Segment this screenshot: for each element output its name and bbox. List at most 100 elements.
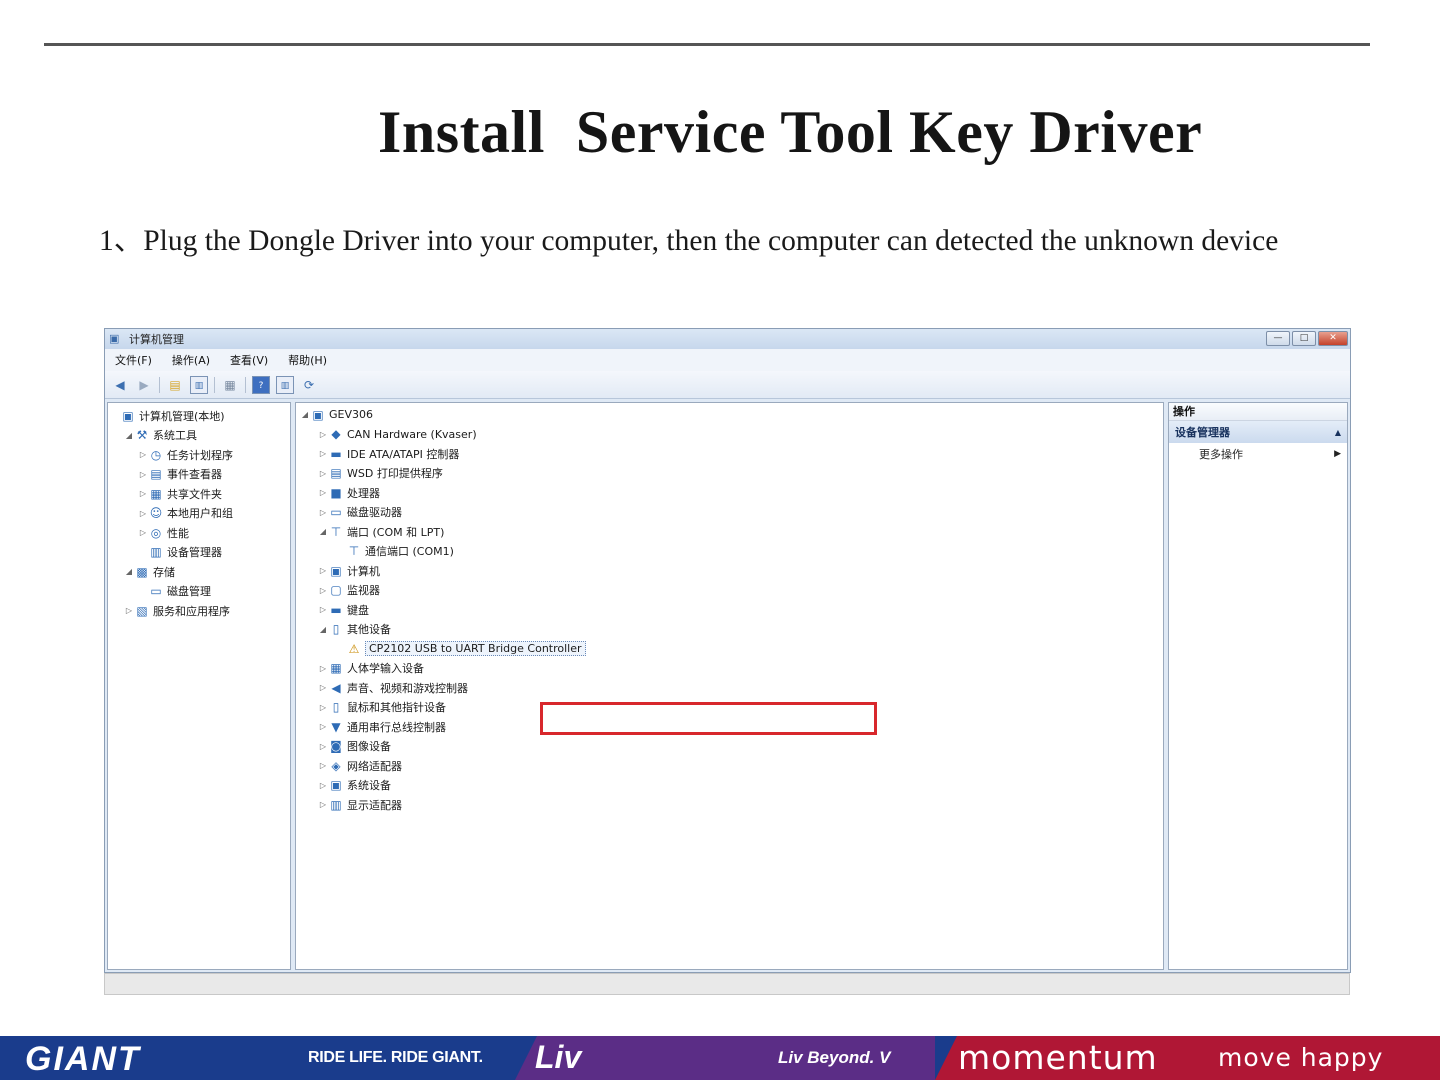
console-tree-item-row[interactable]: ▷ ☺ 本地用户和组 [108, 504, 290, 524]
device-tree-item-row[interactable]: ▷ ▥ 显示适配器 [296, 795, 1163, 815]
expand-toggle-icon[interactable]: ▷ [318, 469, 328, 478]
device-tree-item-label: 网络适配器 [347, 759, 402, 773]
device-tree-item-row[interactable]: ▷ ▣ 计算机 [296, 561, 1163, 581]
expand-toggle-icon[interactable]: ▷ [318, 722, 328, 731]
maximize-button[interactable]: □ [1292, 331, 1316, 346]
mouse-icon: ▯ [332, 700, 340, 715]
expand-toggle-icon[interactable]: ▷ [318, 761, 328, 770]
expand-toggle-icon[interactable]: ▷ [318, 488, 328, 497]
expand-toggle-icon[interactable]: ▷ [318, 605, 328, 614]
device-tree-item-row[interactable]: ◢ ▣ GEV306 [296, 405, 1163, 425]
device-tree-item-row[interactable]: ▷ ◀ 声音、视频和游戏控制器 [296, 678, 1163, 698]
expand-toggle-icon[interactable]: ▷ [318, 664, 328, 673]
menu-help[interactable]: 帮助(H) [288, 352, 327, 368]
device-tree-item-row[interactable]: ▷ ▦ 人体学输入设备 [296, 659, 1163, 679]
actions-group-device-manager[interactable]: 设备管理器 ▲ [1169, 421, 1347, 443]
camera-icon: ◙ [330, 739, 342, 754]
console-tree-item-row[interactable]: ▷ ◎ 性能 [108, 523, 290, 543]
expand-toggle-icon[interactable]: ▷ [318, 586, 328, 595]
console-tree-icon[interactable]: ▥ [190, 375, 208, 394]
device-tree-item-row[interactable]: ▷ ◈ 网络适配器 [296, 756, 1163, 776]
computer-management-window: ▣ 计算机管理 — □ ✕ 文件(F) 操作(A) 查看(V) 帮助(H) ◀ … [104, 328, 1351, 973]
liv-logo: Liv [535, 1039, 582, 1075]
console-tree-item-row[interactable]: ◢ ▩ 存储 [108, 562, 290, 582]
collapse-toggle-icon[interactable]: ◢ [318, 625, 328, 634]
device-manager-icon: ▥ [150, 545, 162, 560]
expand-toggle-icon[interactable]: ▷ [318, 566, 328, 575]
console-tree-item-label: 事件查看器 [167, 468, 222, 482]
collapse-toggle-icon[interactable]: ◢ [318, 527, 328, 536]
expand-toggle-icon[interactable]: ▷ [124, 606, 134, 615]
giant-logo: GIANT [25, 1040, 141, 1078]
menu-bar: 文件(F) 操作(A) 查看(V) 帮助(H) [105, 349, 1350, 371]
device-tree-item-row[interactable]: ▷ ▬ 键盘 [296, 600, 1163, 620]
more-actions-item[interactable]: 更多操作 ▶ [1169, 443, 1347, 465]
device-tree-item-row[interactable]: ▷ ▭ 磁盘驱动器 [296, 503, 1163, 523]
collapse-toggle-icon[interactable]: ◢ [124, 431, 134, 440]
console-tree-item-row[interactable]: ◢ ⚒ 系统工具 [108, 426, 290, 446]
device-tree-item-row[interactable]: ▷ ▤ WSD 打印提供程序 [296, 464, 1163, 484]
menu-action[interactable]: 操作(A) [172, 352, 210, 368]
collapse-toggle-icon[interactable]: ◢ [124, 567, 134, 576]
expand-toggle-icon[interactable]: ▷ [138, 509, 148, 518]
more-actions-label: 更多操作 [1199, 448, 1243, 461]
expand-toggle-icon[interactable]: ▷ [318, 449, 328, 458]
console-tree-item-row[interactable]: ▷ ▧ 服务和应用程序 [108, 601, 290, 621]
console-tree-item-label: 共享文件夹 [167, 487, 222, 501]
console-tree-item-row[interactable]: ▥ 设备管理器 [108, 543, 290, 563]
console-tree-item-row[interactable]: ▭ 磁盘管理 [108, 582, 290, 602]
expand-toggle-icon[interactable]: ▷ [138, 489, 148, 498]
console-tree-item-row[interactable]: ▷ ▦ 共享文件夹 [108, 484, 290, 504]
collapse-toggle-icon[interactable]: ◢ [300, 410, 310, 419]
device-tree-item-row[interactable]: ▷ ▣ 系统设备 [296, 776, 1163, 796]
expand-toggle-icon[interactable]: ▷ [318, 430, 328, 439]
close-button[interactable]: ✕ [1318, 331, 1348, 346]
menu-file[interactable]: 文件(F) [115, 352, 152, 368]
window-titlebar: ▣ 计算机管理 [105, 329, 1350, 349]
highlight-box [540, 702, 877, 735]
console-tree-item-row[interactable]: ▷ ◷ 任务计划程序 [108, 445, 290, 465]
device-tree-item-row[interactable]: ⚠ CP2102 USB to UART Bridge Controller [296, 639, 1163, 659]
device-tree-item-row[interactable]: ⊤ 通信端口 (COM1) [296, 542, 1163, 562]
refresh-icon[interactable]: ⟳ [300, 376, 318, 394]
help-icon[interactable]: ? [252, 375, 270, 394]
menu-view[interactable]: 查看(V) [230, 352, 268, 368]
console-tree-item-row[interactable]: ▣ 计算机管理(本地) [108, 406, 290, 426]
brand-footer: GIANT RIDE LIFE. RIDE GIANT. Liv Liv Bey… [0, 1036, 1440, 1080]
device-tree-item-row[interactable]: ▷ ▢ 监视器 [296, 581, 1163, 601]
shared-folder-icon: ▦ [150, 486, 162, 501]
device-tree-item-label: 端口 (COM 和 LPT) [347, 525, 445, 539]
expand-toggle-icon[interactable]: ▷ [318, 703, 328, 712]
expand-toggle-icon[interactable]: ▷ [318, 683, 328, 692]
device-tree-item-label: CP2102 USB to UART Bridge Controller [365, 641, 586, 657]
console-tree-item-row[interactable]: ▷ ▤ 事件查看器 [108, 465, 290, 485]
expand-toggle-icon[interactable]: ▷ [318, 742, 328, 751]
expand-toggle-icon[interactable]: ▷ [138, 528, 148, 537]
computer-management-icon: ▣ [109, 332, 120, 345]
console-tree-item-label: 本地用户和组 [167, 507, 233, 521]
expand-toggle-icon[interactable]: ▷ [138, 450, 148, 459]
up-folder-icon[interactable]: ▤ [166, 376, 184, 394]
slide-title: Install Service Tool Key Driver [378, 99, 1203, 165]
expand-toggle-icon[interactable]: ▷ [318, 508, 328, 517]
console-tree-item-label: 存储 [153, 565, 175, 579]
keyboard-icon: ▬ [330, 602, 342, 617]
device-tree-item-row[interactable]: ▷ ◙ 图像设备 [296, 737, 1163, 757]
device-tree-item-row[interactable]: ◢ ▯ 其他设备 [296, 620, 1163, 640]
device-tree-item-row[interactable]: ▷ ■ 处理器 [296, 483, 1163, 503]
expand-toggle-icon[interactable]: ▷ [318, 781, 328, 790]
expand-toggle-icon[interactable]: ▷ [318, 800, 328, 809]
device-tree-item-label: 处理器 [347, 486, 380, 500]
properties-icon[interactable]: ▥ [276, 375, 294, 394]
expand-toggle-icon[interactable]: ▷ [138, 470, 148, 479]
step-instruction: 1、Plug the Dongle Driver into your compu… [99, 225, 1279, 257]
forward-arrow-icon[interactable]: ▶ [135, 376, 153, 394]
actions-pane: 操作 设备管理器 ▲ 更多操作 ▶ [1168, 402, 1348, 970]
device-tree-item-row[interactable]: ▷ ◆ CAN Hardware (Kvaser) [296, 425, 1163, 445]
device-tree-item-label: GEV306 [329, 408, 373, 422]
export-list-icon[interactable]: ▦ [221, 376, 239, 394]
device-tree-item-row[interactable]: ◢ ⊤ 端口 (COM 和 LPT) [296, 522, 1163, 542]
minimize-button[interactable]: — [1266, 331, 1290, 346]
back-arrow-icon[interactable]: ◀ [111, 376, 129, 394]
device-tree-item-row[interactable]: ▷ ▬ IDE ATA/ATAPI 控制器 [296, 444, 1163, 464]
